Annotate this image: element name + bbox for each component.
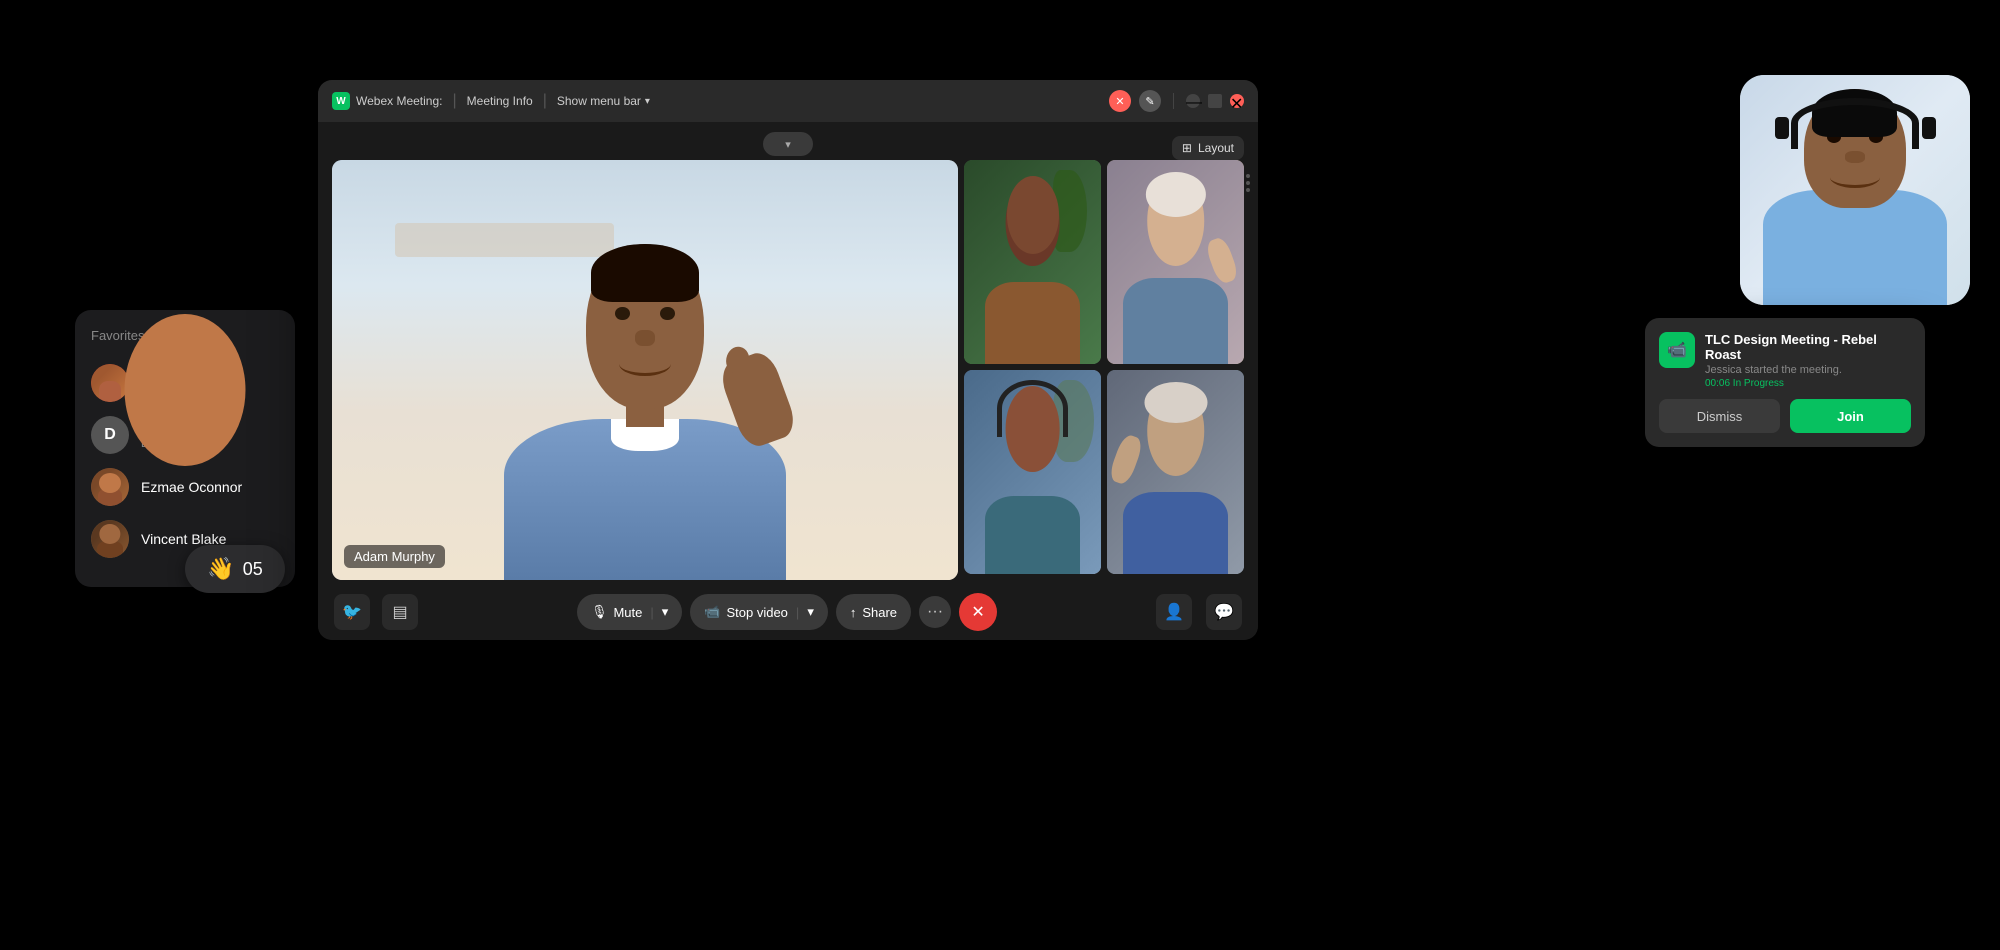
more-icon: ···: [927, 603, 943, 621]
notification-actions: Dismiss Join: [1659, 399, 1911, 433]
layout-icon: ⊞: [1182, 141, 1192, 155]
end-call-button[interactable]: ✕: [959, 593, 997, 631]
chat-icon: 💬: [1214, 602, 1234, 622]
notification-status: 00:06 In Progress: [1705, 378, 1911, 389]
notification-text: TLC Design Meeting - Rebel Roast Jessica…: [1705, 332, 1911, 389]
person-photo-panel: [1740, 75, 1970, 305]
show-menu-button[interactable]: Show menu bar ▾: [557, 94, 650, 108]
webex-logo: W Webex Meeting:: [332, 92, 443, 110]
side-video-grid: [964, 160, 1244, 580]
share-icon: ↑: [850, 605, 857, 620]
separator: |: [453, 92, 457, 110]
layout-button[interactable]: ⊞ Layout: [1172, 136, 1244, 160]
separator: |: [796, 605, 799, 620]
chevron-down-icon: ▾: [807, 604, 814, 620]
video-icon: 📹: [704, 604, 720, 620]
stop-video-label: Stop video: [726, 605, 787, 620]
layout-label: Layout: [1198, 141, 1234, 155]
video-grid: Adam Murphy: [332, 160, 1244, 580]
mic-icon: 🎙: [591, 604, 608, 620]
mute-button[interactable]: 🎙 Mute | ▾: [577, 594, 682, 630]
meeting-info-link[interactable]: Meeting Info: [467, 94, 533, 108]
more-options-button[interactable]: ···: [919, 596, 951, 628]
toolbar-center: 🎙 Mute | ▾ 📹 Stop video | ▾ ↑ Share ··· …: [418, 593, 1156, 631]
join-button[interactable]: Join: [1790, 399, 1911, 433]
show-menu-label: Show menu bar: [557, 94, 641, 108]
main-speaker-video: Adam Murphy: [332, 160, 958, 580]
share-label: Share: [862, 605, 897, 620]
settings-button[interactable]: ✎: [1139, 90, 1161, 112]
speaker-name-tag: Adam Murphy: [344, 545, 445, 568]
chat-button[interactable]: 💬: [1206, 594, 1242, 630]
separator: |: [543, 92, 547, 110]
chevron-down-icon: ▾: [645, 96, 650, 107]
title-bar: W Webex Meeting: | Meeting Info | Show m…: [318, 80, 1258, 122]
webex-home-button[interactable]: 🐦: [334, 594, 370, 630]
list-item[interactable]: Deborah Ryan: [91, 357, 279, 409]
notification-description: Jessica started the meeting.: [1705, 364, 1911, 376]
favorite-contact-info: Ezmae Oconnor: [141, 479, 242, 495]
emoji-bubble: 👋 05: [185, 545, 285, 593]
participant-video: [1107, 160, 1244, 364]
minimize-button[interactable]: —: [1186, 94, 1200, 108]
separator: [1173, 93, 1174, 109]
stop-video-button[interactable]: 📹 Stop video | ▾: [690, 594, 828, 630]
toolbar-right: 👤 💬: [1156, 594, 1242, 630]
end-icon: ✕: [971, 602, 984, 622]
emoji-count: 05: [243, 559, 263, 580]
avatar: [91, 468, 129, 506]
list-item[interactable]: Ezmae Oconnor: [91, 461, 279, 513]
meeting-window: W Webex Meeting: | Meeting Info | Show m…: [318, 80, 1258, 640]
window-controls: ✕ ✎ — ✕: [1109, 90, 1244, 112]
share-button[interactable]: ↑ Share: [836, 594, 911, 630]
close-button[interactable]: ✕: [1230, 94, 1244, 108]
emoji-icon: 👋: [207, 556, 234, 582]
notification-title: TLC Design Meeting - Rebel Roast: [1705, 332, 1911, 362]
notification-icon: 📹: [1659, 332, 1695, 368]
participants-button[interactable]: 👤: [1156, 594, 1192, 630]
chevron-down-icon: ▾: [785, 138, 791, 151]
toolbar-left: 🐦 ▤: [334, 594, 418, 630]
avatar: D: [91, 416, 129, 454]
app-name: Webex Meeting:: [356, 94, 443, 108]
avatar: [91, 520, 129, 558]
separator: |: [650, 605, 653, 620]
captions-button[interactable]: ▤: [382, 594, 418, 630]
meeting-toolbar: 🐦 ▤ 🎙 Mute | ▾ 📹 Stop video | ▾ ↑ Share: [318, 584, 1258, 640]
participant-video: [964, 160, 1101, 364]
notification-header: 📹 TLC Design Meeting - Rebel Roast Jessi…: [1659, 332, 1911, 389]
participants-icon: 👤: [1164, 602, 1184, 622]
maximize-button[interactable]: [1208, 94, 1222, 108]
captions-icon: ▤: [392, 602, 407, 622]
participant-video: [1107, 370, 1244, 574]
webex-icon: W: [332, 92, 350, 110]
close-meeting-button[interactable]: ✕: [1109, 90, 1131, 112]
contact-name: Ezmae Oconnor: [141, 479, 242, 495]
participant-video: [964, 370, 1101, 574]
home-icon: 🐦: [342, 602, 362, 622]
main-video-feed: [332, 160, 958, 580]
chevron-down-icon: ▾: [662, 604, 669, 620]
notification-card: 📹 TLC Design Meeting - Rebel Roast Jessi…: [1645, 318, 1925, 447]
mute-label: Mute: [613, 605, 642, 620]
collapse-button[interactable]: ▾: [763, 132, 813, 156]
person-photo-inner: [1740, 75, 1970, 305]
video-call-icon: 📹: [1667, 340, 1687, 360]
dismiss-button[interactable]: Dismiss: [1659, 399, 1780, 433]
avatar: [91, 364, 129, 402]
